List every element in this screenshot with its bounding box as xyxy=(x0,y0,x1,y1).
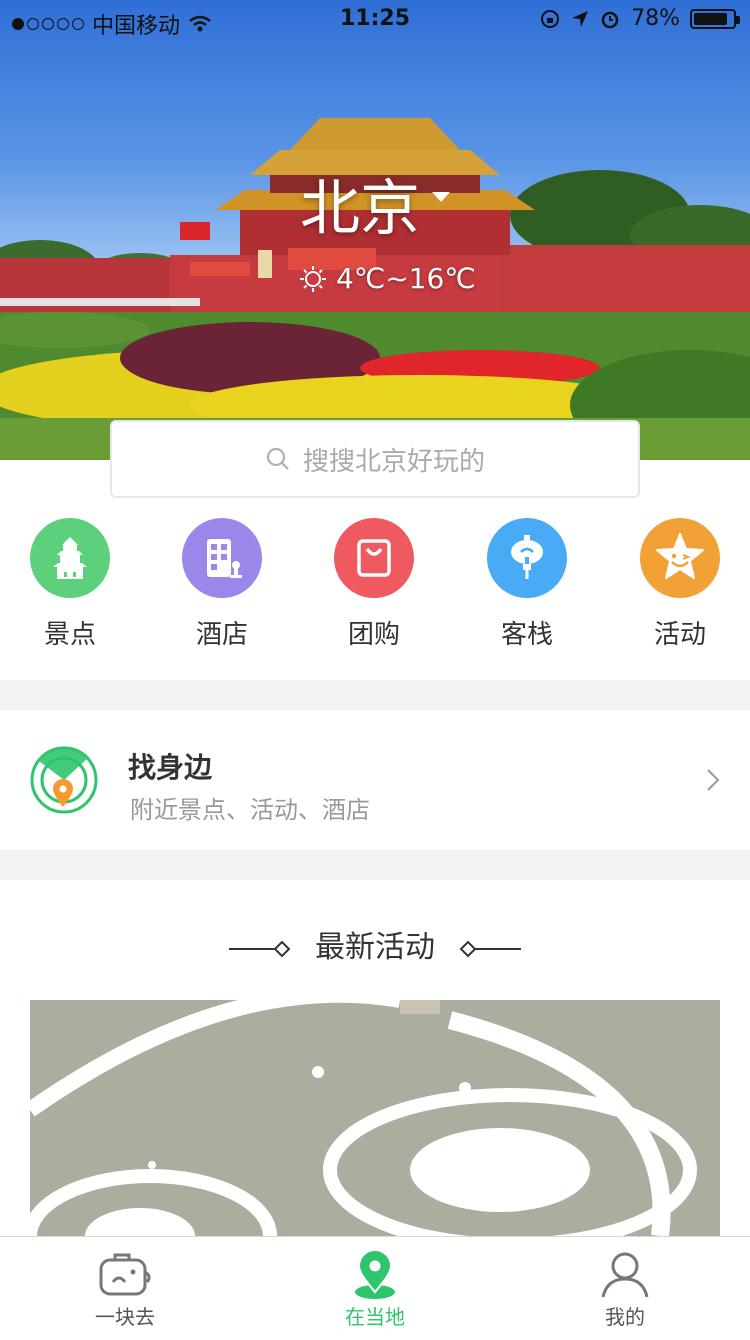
alarm-icon xyxy=(601,11,619,28)
status-bar: 中国移动 11:25 78% xyxy=(0,0,750,40)
city-selector[interactable]: 北京 xyxy=(300,160,420,247)
nav-inns[interactable]: 客栈 xyxy=(467,518,587,651)
hero-banner: 中国移动 11:25 78% 北京 4℃~16℃ xyxy=(0,0,750,460)
nav-label: 活动 xyxy=(653,620,706,650)
battery-percent: 78% xyxy=(631,6,680,31)
nav-label: 景点 xyxy=(43,620,96,650)
divider-right-icon xyxy=(459,940,521,957)
location-pin-icon xyxy=(355,1250,395,1299)
tab-together[interactable]: 一块去 xyxy=(45,1249,205,1330)
elephant-bag-icon xyxy=(99,1253,151,1296)
nav-activities[interactable]: 活动 xyxy=(620,518,740,651)
nearby-subtitle: 附近景点、活动、酒店 xyxy=(130,796,370,824)
bottom-tab-bar: 一块去 在当地 我的 xyxy=(0,1236,750,1335)
smiley-star-icon xyxy=(640,518,720,598)
nav-label: 团购 xyxy=(347,620,400,650)
weather-info: 4℃~16℃ xyxy=(298,262,476,295)
activity-photo xyxy=(30,1000,720,1236)
divider-left-icon xyxy=(229,940,291,957)
user-icon xyxy=(601,1252,649,1298)
tab-local[interactable]: 在当地 xyxy=(295,1249,455,1330)
tab-label: 我的 xyxy=(605,1305,645,1329)
section-heading: 最新活动 xyxy=(0,922,750,966)
chevron-right-icon xyxy=(707,769,720,791)
quick-nav: 景点 酒店 团购 客栈 活动 xyxy=(0,518,750,658)
location-arrow-icon xyxy=(572,10,589,27)
nearby-entry[interactable]: 找身边 附近景点、活动、酒店 xyxy=(0,710,750,850)
shopping-bag-icon xyxy=(334,518,414,598)
radar-location-icon xyxy=(30,746,98,814)
nav-label: 客栈 xyxy=(500,620,553,650)
nav-scenic-spots[interactable]: 景点 xyxy=(10,518,130,651)
temple-icon xyxy=(30,518,110,598)
tab-label: 一块去 xyxy=(95,1305,155,1329)
nav-group-buy[interactable]: 团购 xyxy=(314,518,434,651)
nearby-title: 找身边 xyxy=(128,751,213,784)
nav-label: 酒店 xyxy=(195,620,248,650)
battery-icon xyxy=(690,8,740,29)
rotation-lock-icon xyxy=(541,9,560,28)
hotel-icon xyxy=(182,518,262,598)
search-input[interactable]: 搜搜北京好玩的 xyxy=(110,420,640,498)
section-title: 最新活动 xyxy=(315,930,435,965)
sun-icon xyxy=(300,265,326,292)
tab-label: 在当地 xyxy=(345,1305,405,1329)
tab-mine[interactable]: 我的 xyxy=(545,1249,705,1330)
search-icon xyxy=(266,447,289,470)
chevron-down-icon[interactable] xyxy=(432,192,450,202)
search-placeholder: 搜搜北京好玩的 xyxy=(302,446,485,477)
activity-card-image[interactable] xyxy=(30,1000,720,1236)
lantern-icon xyxy=(487,518,567,598)
nav-hotels[interactable]: 酒店 xyxy=(162,518,282,651)
temperature-range: 4℃~16℃ xyxy=(336,262,476,295)
status-right: 78% xyxy=(539,6,740,31)
